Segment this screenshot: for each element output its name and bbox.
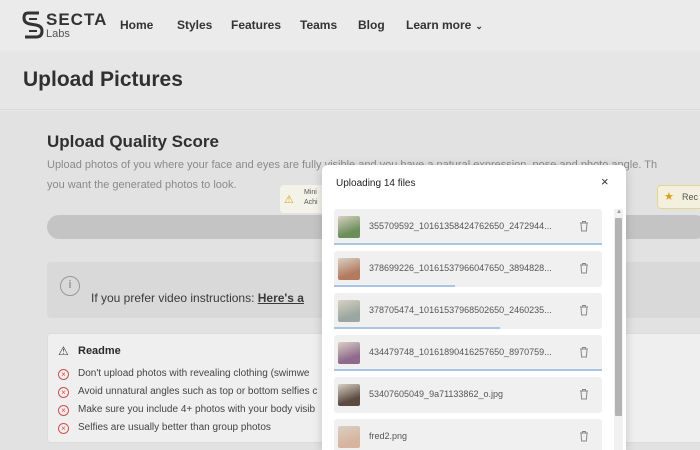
upload-progress-bar <box>334 243 602 245</box>
trash-icon[interactable] <box>579 262 589 274</box>
file-thumbnail <box>338 258 360 280</box>
file-row: 434479748_10161890416257650_8970759... <box>334 335 602 371</box>
file-row: 378699226_10161537966047650_3894828... <box>334 251 602 287</box>
x-circle-icon: × <box>58 369 69 380</box>
readme-item: × Don't upload photos with revealing clot… <box>58 368 309 380</box>
recommended-label: Rec <box>682 192 699 202</box>
readme-title: Readme <box>78 345 121 357</box>
file-thumbnail <box>338 384 360 406</box>
file-row: fred2.png <box>334 419 602 450</box>
upload-progress-bar <box>334 285 455 287</box>
upload-progress-bar <box>334 327 501 329</box>
video-text: If you prefer video instructions: <box>91 291 258 305</box>
readme-item-text: Make sure you include 4+ photos with you… <box>78 404 316 415</box>
page-header: Upload Pictures <box>0 52 700 110</box>
file-name: 434479748_10161890416257650_8970759... <box>369 347 552 357</box>
secta-logo-icon <box>22 11 44 39</box>
top-nav: SECTA Labs Home Styles Features Teams Bl… <box>0 0 700 50</box>
file-row: 53407605049_9a71133862_o.jpg <box>334 377 602 413</box>
trash-icon[interactable] <box>579 304 589 316</box>
nav-teams[interactable]: Teams <box>300 18 337 32</box>
trash-icon[interactable] <box>579 430 589 442</box>
readme-item-text: Don't upload photos with revealing cloth… <box>78 368 310 379</box>
logo-text: SECTA <box>46 10 108 29</box>
readme-item: × Make sure you include 4+ photos with yo… <box>58 404 315 416</box>
recommended-badge[interactable]: ★ Rec <box>657 185 700 209</box>
file-row: 378705474_10161537968502650_2460235... <box>334 293 602 329</box>
file-thumbnail <box>338 300 360 322</box>
x-circle-icon: × <box>58 387 69 398</box>
quality-title: Upload Quality Score <box>47 132 219 151</box>
upload-progress-bar <box>334 369 602 371</box>
readme-item-text: Selfies are usually better than group ph… <box>78 422 271 433</box>
file-name: 355709592_10161358424762650_2472944... <box>369 221 552 231</box>
page-title: Upload Pictures <box>23 68 183 91</box>
warning-triangle-icon: ⚠ <box>58 344 69 358</box>
file-name: 378699226_10161537966047650_3894828... <box>369 263 552 273</box>
readme-item: × Avoid unnatural angles such as top or b… <box>58 386 317 398</box>
logo-subtext: Labs <box>46 28 70 40</box>
info-icon: i <box>60 276 80 296</box>
tooltip-line2: Achi <box>304 199 318 206</box>
close-icon[interactable]: × <box>601 174 609 189</box>
star-icon: ★ <box>664 191 674 203</box>
nav-home[interactable]: Home <box>120 18 153 32</box>
nav-blog[interactable]: Blog <box>358 18 385 32</box>
file-name: 53407605049_9a71133862_o.jpg <box>369 389 503 399</box>
modal-title: Uploading 14 files <box>336 178 416 189</box>
nav-styles[interactable]: Styles <box>177 18 212 32</box>
logo[interactable]: SECTA Labs <box>22 9 106 41</box>
trash-icon[interactable] <box>579 220 589 232</box>
nav-learn-more[interactable]: Learn more ⌄ <box>406 18 483 32</box>
file-thumbnail <box>338 216 360 238</box>
trash-icon[interactable] <box>579 388 589 400</box>
video-instructions-text: If you prefer video instructions: Here's… <box>91 291 304 305</box>
nav-features[interactable]: Features <box>231 18 281 32</box>
nav-learn-more-label: Learn more <box>406 18 472 32</box>
file-thumbnail <box>338 342 360 364</box>
readme-item: × Selfies are usually better than group p… <box>58 422 271 434</box>
file-name: 378705474_10161537968502650_2460235... <box>369 305 552 315</box>
x-circle-icon: × <box>58 423 69 434</box>
scroll-up-arrow-icon[interactable]: ▲ <box>616 209 622 215</box>
x-circle-icon: × <box>58 405 69 416</box>
video-link[interactable]: Here's a <box>258 291 304 305</box>
scroll-thumb[interactable] <box>615 218 622 416</box>
file-name: fred2.png <box>369 431 408 441</box>
readme-item-text: Avoid unnatural angles such as top or bo… <box>78 386 318 397</box>
upload-modal: Uploading 14 files × 355709592_101613584… <box>322 165 626 450</box>
trash-icon[interactable] <box>579 346 589 358</box>
tooltip-line1: Mini <box>304 189 317 196</box>
scrollbar[interactable]: ▲ <box>614 209 623 450</box>
chevron-down-icon: ⌄ <box>475 21 483 31</box>
file-row: 355709592_10161358424762650_2472944... <box>334 209 602 245</box>
warning-icon: ⚠ <box>284 194 294 206</box>
file-thumbnail <box>338 426 360 448</box>
